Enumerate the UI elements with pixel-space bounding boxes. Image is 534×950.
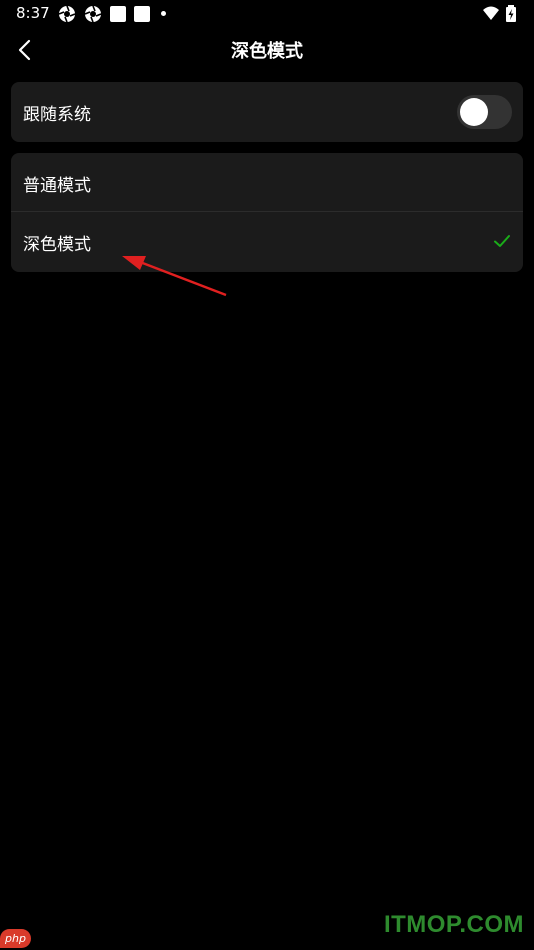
annotation-arrow xyxy=(122,256,227,297)
mode-option-dark[interactable]: 深色模式 xyxy=(11,212,523,271)
mode-option-label: 深色模式 xyxy=(23,235,91,255)
battery-charging-icon xyxy=(506,5,516,22)
status-bar: 8:37 xyxy=(0,0,534,28)
aperture-icon xyxy=(58,5,76,23)
wifi-icon xyxy=(483,6,499,20)
checkmark-icon xyxy=(494,235,510,247)
square-icon xyxy=(110,6,126,22)
follow-system-label: 跟随系统 xyxy=(23,105,91,125)
mode-options-card: 普通模式 深色模式 xyxy=(11,153,523,272)
aperture-icon xyxy=(84,5,102,23)
site-watermark: ITMOP.COM xyxy=(383,911,524,938)
mode-option-label: 普通模式 xyxy=(23,176,91,196)
page-title: 深色模式 xyxy=(231,41,303,62)
dot-icon xyxy=(161,11,166,16)
header: 深色模式 xyxy=(0,28,534,72)
follow-system-row: 跟随系统 xyxy=(11,82,523,141)
follow-system-card: 跟随系统 xyxy=(11,82,523,142)
follow-system-toggle[interactable] xyxy=(457,95,512,129)
toggle-knob xyxy=(460,98,488,126)
status-time: 8:37 xyxy=(16,4,50,22)
square-icon xyxy=(134,6,150,22)
php-watermark-badge: php xyxy=(0,929,31,948)
mode-option-normal[interactable]: 普通模式 xyxy=(11,153,523,212)
